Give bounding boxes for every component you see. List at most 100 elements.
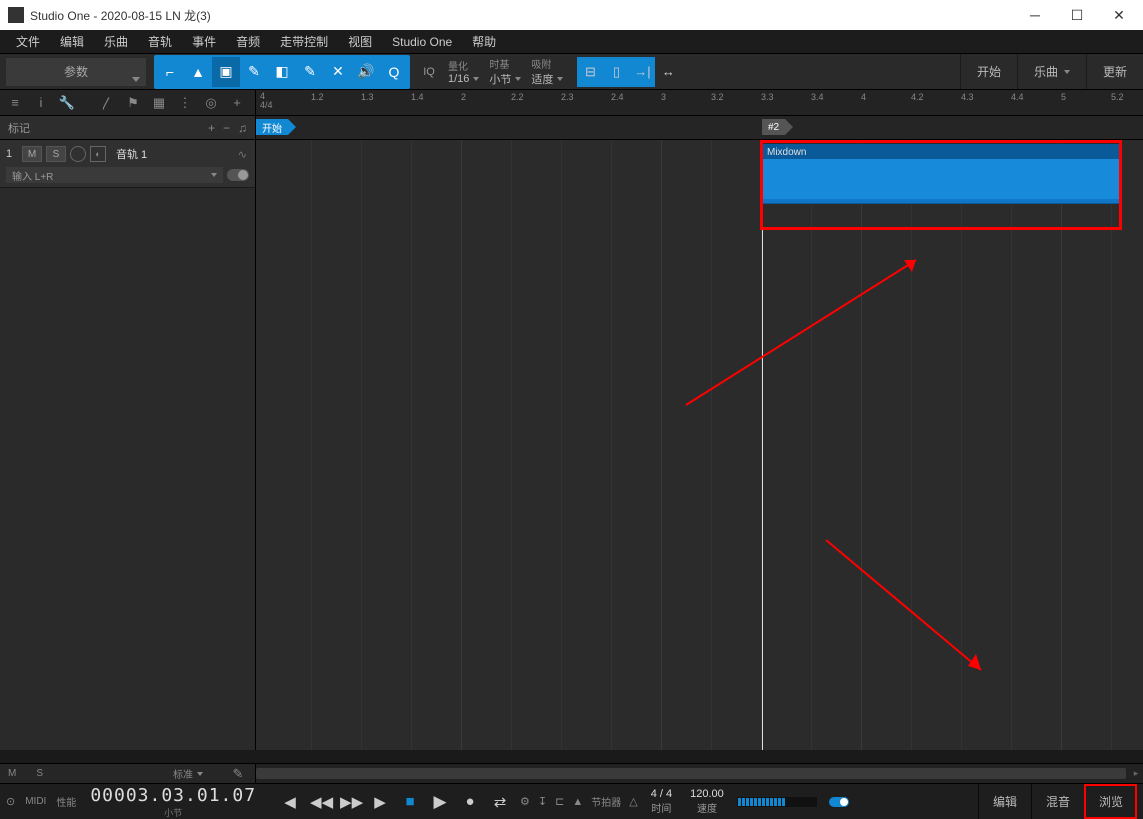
menu-file[interactable]: 文件 [6,33,50,50]
clip-label: Mixdown [763,145,1119,159]
arrow-tool-icon[interactable]: ▲ [184,57,212,87]
parameter-box[interactable]: 参数 [6,58,146,86]
iq-button[interactable]: IQ [420,66,438,78]
automation-icon[interactable]: 〳 [98,93,116,112]
marker-start[interactable]: 开始 [256,119,288,135]
menu-view[interactable]: 视图 [338,33,382,50]
zoom-in-icon[interactable]: ▸ [1129,764,1143,783]
close-button[interactable]: ✕ [1107,3,1131,27]
snap-mode-2-icon[interactable]: ▯ [603,57,629,87]
marker-2[interactable]: #2 [762,119,785,135]
scrollbar-thumb[interactable] [256,768,1126,779]
eraser-tool-icon[interactable]: ◧ [268,57,296,87]
gear-icon[interactable]: ⚙ [520,795,530,808]
global-mute[interactable]: M [8,768,16,779]
monitor-button[interactable]: ◐ [90,146,106,162]
playhead[interactable] [762,140,763,750]
menu-edit[interactable]: 编辑 [50,33,94,50]
target-icon[interactable]: ◎ [202,95,220,111]
start-button[interactable]: 开始 [960,54,1017,89]
midi-label: MIDI [25,796,46,807]
solo-button[interactable]: S [46,146,66,162]
snap-mode-1-icon[interactable]: ⊟ [577,57,603,87]
prev-marker-button[interactable]: ◀ [280,793,300,811]
update-button[interactable]: 更新 [1086,54,1143,89]
listen-tool-icon[interactable]: 🔊 [352,57,380,87]
automation-mode[interactable]: 标准 [173,766,203,781]
song-button[interactable]: 乐曲 [1017,54,1086,89]
arrange-area[interactable]: Mixdown [256,140,1143,750]
play-button[interactable]: ▶ [430,792,450,812]
preroll-icon[interactable]: ⊏ [555,795,564,808]
horizontal-scrollbar[interactable] [256,764,1115,783]
settings-icon[interactable]: ✎ [229,766,247,782]
menu-help[interactable]: 帮助 [462,33,506,50]
browser-button[interactable]: 浏览 [1084,784,1137,819]
menu-track[interactable]: 音轨 [138,33,182,50]
timesig-display[interactable]: 4 / 4 时间 [651,788,672,815]
track-name[interactable]: 音轨 1 [116,146,234,162]
quantize-select[interactable]: 量化 1/16 [448,58,479,85]
maximize-button[interactable]: ☐ [1065,3,1089,27]
timebase-select[interactable]: 时基 小节 [489,56,521,87]
main-area: 1 M S ◐ 音轨 1 ∿ 输入 L+R Mixdown [0,140,1143,750]
marker-remove-icon[interactable]: − [223,121,230,135]
info-icon[interactable]: i [32,95,50,110]
precount-icon[interactable]: △ [629,795,637,808]
metronome-icon[interactable]: ▲ [572,796,583,808]
track-header[interactable]: 1 M S ◐ 音轨 1 ∿ 输入 L+R [0,140,255,188]
annotation-arrow-1 [686,250,946,410]
mixer-button[interactable]: 混音 [1031,784,1084,819]
audio-clip[interactable]: Mixdown [762,144,1120,204]
mute-button[interactable]: M [22,146,42,162]
meter-toggle[interactable] [829,797,849,807]
flag-icon[interactable]: ⚑ [124,95,142,111]
next-marker-button[interactable]: ▶ [370,793,390,811]
time-display[interactable]: 00003.03.01.07 [90,785,256,806]
global-solo[interactable]: S [36,768,43,779]
toolbar-right: 开始 乐曲 更新 [960,54,1143,89]
snap-select[interactable]: 吸附 适度 [531,56,563,87]
pencil-tool-icon[interactable]: ✎ [240,57,268,87]
snap-mode-4-icon[interactable]: ↔ [655,57,681,87]
paint-tool-icon[interactable]: ✎ [296,57,324,87]
group-icon[interactable]: ▦ [150,95,168,111]
wrench-icon[interactable]: 🔧 [58,95,76,111]
menu-song[interactable]: 乐曲 [94,33,138,50]
zoom-tool-icon[interactable]: Q [380,57,408,87]
minimize-button[interactable]: ─ [1023,3,1047,27]
time-unit: 小节 [164,806,182,819]
menubar: 文件 编辑 乐曲 音轨 事件 音频 走带控制 视图 Studio One 帮助 [0,30,1143,54]
snap-mode-3-icon[interactable]: →| [629,57,655,87]
loop-button[interactable]: ⇄ [490,793,510,811]
dots-icon[interactable]: ⋮ [176,95,194,111]
marker-note-icon[interactable]: ♫ [238,121,247,135]
forward-button[interactable]: ▶▶ [340,793,360,811]
record-button[interactable]: ● [460,793,480,810]
plus-icon[interactable]: + [228,95,246,110]
list-icon[interactable]: ≡ [6,95,24,110]
record-arm-button[interactable] [70,146,86,162]
input-select[interactable]: 输入 L+R [6,167,223,183]
output-meter [737,797,817,807]
tempo-display[interactable]: 120.00 速度 [690,788,724,815]
sync-icon[interactable]: ⊙ [6,795,15,808]
timeline-ruler[interactable]: 44/4 1.21.31.422.22.32.433.23.33.444.24.… [256,90,1143,115]
perf-label[interactable]: 性能 [56,794,76,809]
marker-track[interactable]: 开始 #2 [256,116,1143,139]
range-tool-icon[interactable]: ▣ [212,57,240,87]
menu-audio[interactable]: 音频 [226,33,270,50]
editor-button[interactable]: 编辑 [978,784,1031,819]
menu-event[interactable]: 事件 [182,33,226,50]
menu-transport[interactable]: 走带控制 [270,33,338,50]
track-panel: 1 M S ◐ 音轨 1 ∿ 输入 L+R [0,140,256,750]
menu-studioone[interactable]: Studio One [382,35,462,49]
mute-tool-icon[interactable]: ✕ [324,57,352,87]
marker-add-icon[interactable]: + [208,121,215,135]
autopunch-icon[interactable]: ↧ [538,795,547,808]
input-toggle[interactable] [227,169,249,181]
bottom-strip: M S 标准 ✎ ◂ ▸ [0,763,1143,783]
stop-button[interactable]: ■ [400,793,420,810]
rewind-button[interactable]: ◀◀ [310,793,330,811]
lasso-tool-icon[interactable]: ⌐ [156,57,184,87]
